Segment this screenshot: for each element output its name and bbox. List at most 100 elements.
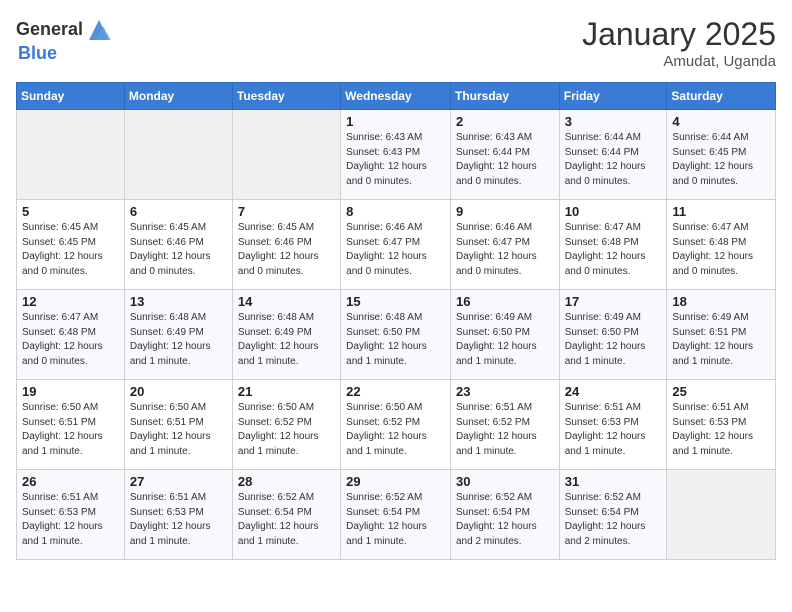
day-number: 10 [565,204,662,219]
day-number: 20 [130,384,227,399]
logo-icon [85,16,113,44]
day-info: Sunrise: 6:50 AM Sunset: 6:52 PM Dayligh… [346,401,445,459]
day-of-week-header: Thursday [450,83,559,110]
calendar-cell: 23 Sunrise: 6:51 AM Sunset: 6:52 PM Dayli… [450,380,559,470]
calendar-week-row: 19 Sunrise: 6:50 AM Sunset: 6:51 PM Dayli… [17,380,776,470]
calendar-cell: 26 Sunrise: 6:51 AM Sunset: 6:53 PM Dayli… [17,470,125,560]
day-info: Sunrise: 6:49 AM Sunset: 6:50 PM Dayligh… [456,311,554,369]
day-number: 28 [238,474,335,489]
day-number: 26 [22,474,119,489]
calendar-cell: 15 Sunrise: 6:48 AM Sunset: 6:50 PM Dayli… [341,290,451,380]
day-number: 6 [130,204,227,219]
day-number: 23 [456,384,554,399]
day-info: Sunrise: 6:48 AM Sunset: 6:49 PM Dayligh… [238,311,335,369]
day-number: 22 [346,384,445,399]
calendar-cell: 25 Sunrise: 6:51 AM Sunset: 6:53 PM Dayli… [667,380,776,470]
logo: General Blue [16,16,113,64]
day-info: Sunrise: 6:52 AM Sunset: 6:54 PM Dayligh… [565,491,662,549]
calendar-header-row: SundayMondayTuesdayWednesdayThursdayFrid… [17,83,776,110]
calendar-cell [667,470,776,560]
calendar-cell: 10 Sunrise: 6:47 AM Sunset: 6:48 PM Dayli… [559,200,667,290]
day-of-week-header: Wednesday [341,83,451,110]
day-number: 30 [456,474,554,489]
day-info: Sunrise: 6:45 AM Sunset: 6:45 PM Dayligh… [22,221,119,279]
calendar-cell: 31 Sunrise: 6:52 AM Sunset: 6:54 PM Dayli… [559,470,667,560]
day-info: Sunrise: 6:50 AM Sunset: 6:51 PM Dayligh… [130,401,227,459]
day-info: Sunrise: 6:47 AM Sunset: 6:48 PM Dayligh… [672,221,770,279]
calendar-cell: 22 Sunrise: 6:50 AM Sunset: 6:52 PM Dayli… [341,380,451,470]
day-number: 8 [346,204,445,219]
day-number: 1 [346,114,445,129]
day-info: Sunrise: 6:47 AM Sunset: 6:48 PM Dayligh… [22,311,119,369]
calendar-week-row: 1 Sunrise: 6:43 AM Sunset: 6:43 PM Daylig… [17,110,776,200]
day-number: 15 [346,294,445,309]
day-of-week-header: Tuesday [232,83,340,110]
day-info: Sunrise: 6:51 AM Sunset: 6:53 PM Dayligh… [130,491,227,549]
day-number: 3 [565,114,662,129]
calendar-cell [232,110,340,200]
calendar-cell: 20 Sunrise: 6:50 AM Sunset: 6:51 PM Dayli… [124,380,232,470]
calendar-cell: 5 Sunrise: 6:45 AM Sunset: 6:45 PM Daylig… [17,200,125,290]
day-info: Sunrise: 6:51 AM Sunset: 6:53 PM Dayligh… [672,401,770,459]
day-info: Sunrise: 6:44 AM Sunset: 6:44 PM Dayligh… [565,131,662,189]
calendar-cell: 29 Sunrise: 6:52 AM Sunset: 6:54 PM Dayli… [341,470,451,560]
day-info: Sunrise: 6:46 AM Sunset: 6:47 PM Dayligh… [346,221,445,279]
calendar-week-row: 12 Sunrise: 6:47 AM Sunset: 6:48 PM Dayli… [17,290,776,380]
calendar-cell: 8 Sunrise: 6:46 AM Sunset: 6:47 PM Daylig… [341,200,451,290]
logo-general-text: General [16,20,83,40]
calendar-week-row: 26 Sunrise: 6:51 AM Sunset: 6:53 PM Dayli… [17,470,776,560]
day-info: Sunrise: 6:50 AM Sunset: 6:51 PM Dayligh… [22,401,119,459]
day-info: Sunrise: 6:46 AM Sunset: 6:47 PM Dayligh… [456,221,554,279]
day-number: 16 [456,294,554,309]
day-info: Sunrise: 6:43 AM Sunset: 6:44 PM Dayligh… [456,131,554,189]
calendar-cell [17,110,125,200]
day-info: Sunrise: 6:45 AM Sunset: 6:46 PM Dayligh… [130,221,227,279]
page-header: General Blue January 2025 Amudat, Uganda [16,16,776,70]
day-number: 5 [22,204,119,219]
day-info: Sunrise: 6:52 AM Sunset: 6:54 PM Dayligh… [346,491,445,549]
day-info: Sunrise: 6:47 AM Sunset: 6:48 PM Dayligh… [565,221,662,279]
day-number: 29 [346,474,445,489]
logo-blue-text: Blue [18,44,113,64]
day-of-week-header: Monday [124,83,232,110]
day-number: 25 [672,384,770,399]
day-info: Sunrise: 6:48 AM Sunset: 6:50 PM Dayligh… [346,311,445,369]
calendar-cell: 19 Sunrise: 6:50 AM Sunset: 6:51 PM Dayli… [17,380,125,470]
day-info: Sunrise: 6:51 AM Sunset: 6:53 PM Dayligh… [565,401,662,459]
day-info: Sunrise: 6:43 AM Sunset: 6:43 PM Dayligh… [346,131,445,189]
day-number: 19 [22,384,119,399]
calendar-cell: 4 Sunrise: 6:44 AM Sunset: 6:45 PM Daylig… [667,110,776,200]
calendar-cell [124,110,232,200]
day-number: 18 [672,294,770,309]
day-number: 2 [456,114,554,129]
day-number: 27 [130,474,227,489]
day-info: Sunrise: 6:51 AM Sunset: 6:52 PM Dayligh… [456,401,554,459]
day-number: 24 [565,384,662,399]
calendar-cell: 27 Sunrise: 6:51 AM Sunset: 6:53 PM Dayli… [124,470,232,560]
location-title: Amudat, Uganda [582,53,776,70]
day-info: Sunrise: 6:51 AM Sunset: 6:53 PM Dayligh… [22,491,119,549]
day-number: 13 [130,294,227,309]
day-number: 31 [565,474,662,489]
calendar-cell: 28Sunrise: 6:52 AM Sunset: 6:54 PM Dayli… [232,470,340,560]
calendar-cell: 9 Sunrise: 6:46 AM Sunset: 6:47 PM Daylig… [450,200,559,290]
calendar-cell: 6 Sunrise: 6:45 AM Sunset: 6:46 PM Daylig… [124,200,232,290]
calendar-cell: 24 Sunrise: 6:51 AM Sunset: 6:53 PM Dayli… [559,380,667,470]
day-number: 4 [672,114,770,129]
calendar-cell: 2 Sunrise: 6:43 AM Sunset: 6:44 PM Daylig… [450,110,559,200]
day-number: 9 [456,204,554,219]
calendar-cell: 3 Sunrise: 6:44 AM Sunset: 6:44 PM Daylig… [559,110,667,200]
calendar-cell: 16 Sunrise: 6:49 AM Sunset: 6:50 PM Dayli… [450,290,559,380]
day-number: 14 [238,294,335,309]
calendar-cell: 30Sunrise: 6:52 AM Sunset: 6:54 PM Dayli… [450,470,559,560]
calendar-week-row: 5 Sunrise: 6:45 AM Sunset: 6:45 PM Daylig… [17,200,776,290]
day-number: 11 [672,204,770,219]
day-of-week-header: Sunday [17,83,125,110]
day-number: 7 [238,204,335,219]
day-info: Sunrise: 6:49 AM Sunset: 6:50 PM Dayligh… [565,311,662,369]
day-number: 12 [22,294,119,309]
calendar-table: SundayMondayTuesdayWednesdayThursdayFrid… [16,82,776,560]
calendar-cell: 14 Sunrise: 6:48 AM Sunset: 6:49 PM Dayli… [232,290,340,380]
day-info: Sunrise: 6:45 AM Sunset: 6:46 PM Dayligh… [238,221,335,279]
day-info: Sunrise: 6:44 AM Sunset: 6:45 PM Dayligh… [672,131,770,189]
